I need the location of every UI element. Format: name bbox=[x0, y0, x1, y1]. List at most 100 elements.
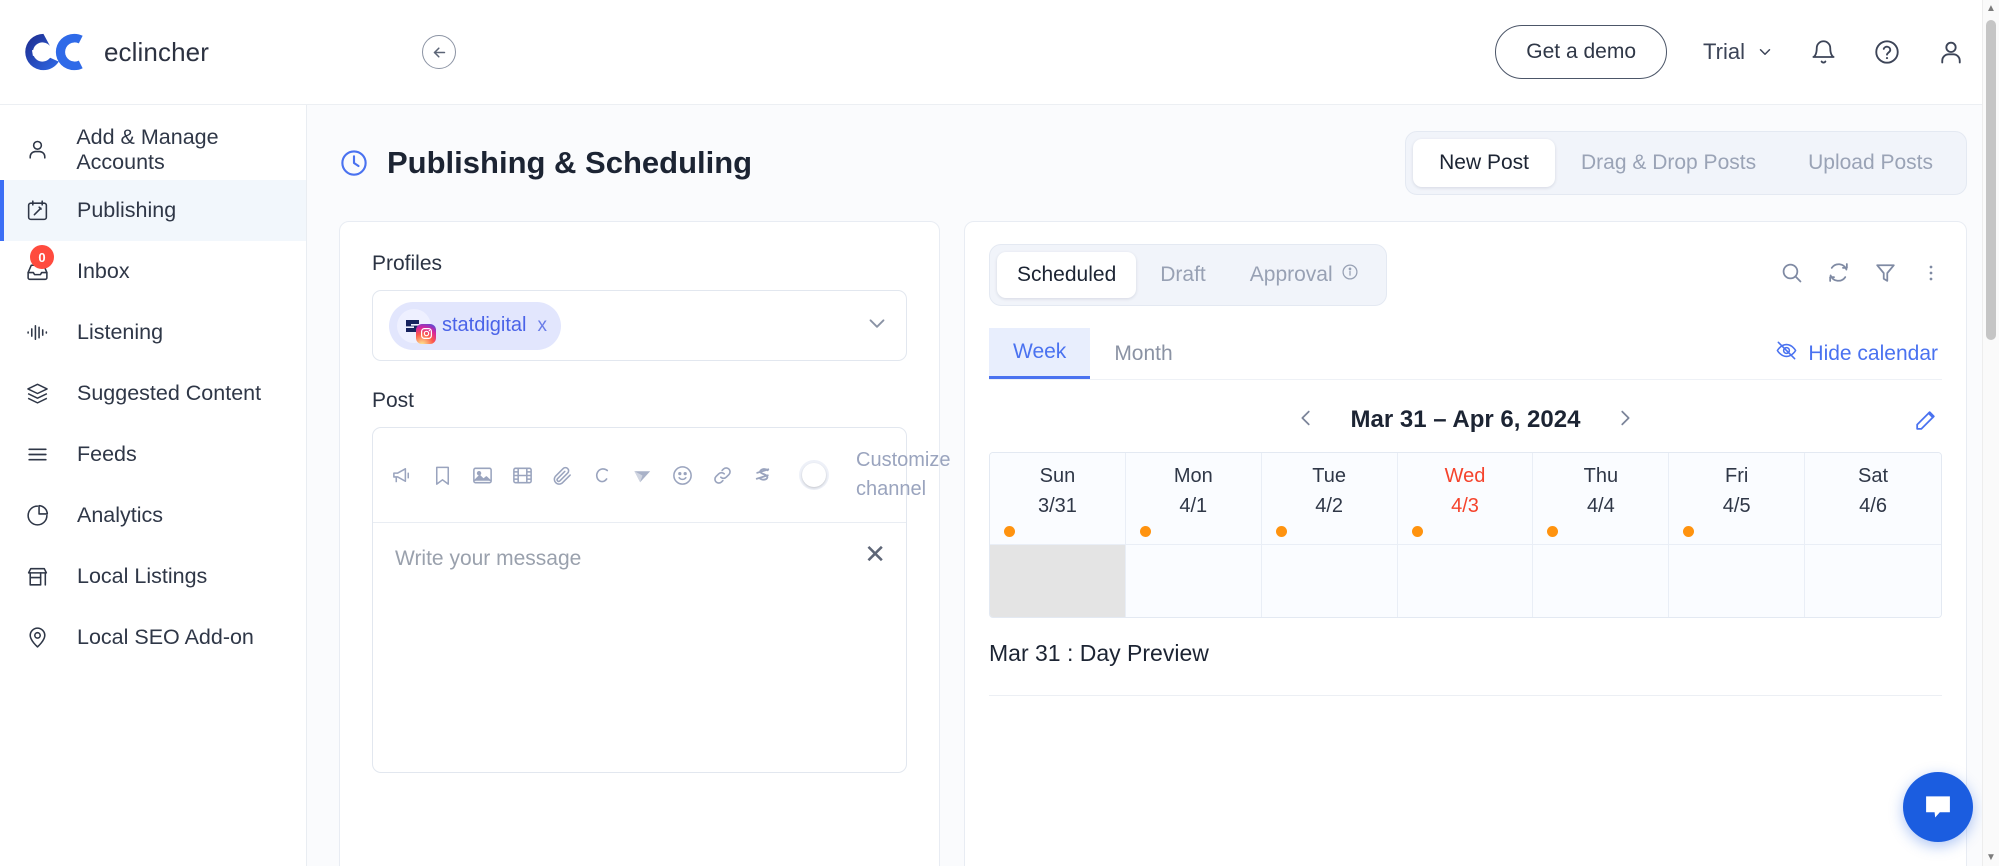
calendar-slot-mon[interactable] bbox=[1125, 545, 1262, 617]
profile-chip[interactable]: statdigital x bbox=[389, 301, 561, 350]
calendar-edit-icon bbox=[24, 198, 51, 223]
pencil-icon[interactable] bbox=[1913, 408, 1938, 433]
calendar-slot-row bbox=[990, 545, 1941, 617]
calendar-slot-fri[interactable] bbox=[1669, 545, 1806, 617]
calendar-day-sat[interactable]: Sat 4/6 bbox=[1805, 453, 1941, 545]
inbox-icon: 0 bbox=[24, 245, 54, 284]
calendar-day-tue[interactable]: Tue 4/2 bbox=[1261, 453, 1398, 545]
close-icon[interactable]: ✕ bbox=[864, 541, 886, 567]
day-preview-title: Mar 31 : Day Preview bbox=[989, 640, 1209, 666]
schedule-tabs-row: Scheduled Draft Approval bbox=[989, 244, 1942, 306]
canva-icon[interactable] bbox=[591, 464, 614, 487]
question-circle-icon[interactable] bbox=[1873, 38, 1901, 66]
waveform-icon bbox=[24, 320, 51, 345]
sidebar-item-local-seo-add-on[interactable]: Local SEO Add-on bbox=[0, 607, 306, 668]
profile-chip-remove[interactable]: x bbox=[538, 315, 548, 337]
sidebar-item-suggested-content[interactable]: Suggested Content bbox=[0, 363, 306, 424]
map-pin-icon bbox=[24, 625, 51, 650]
sidebar-item-analytics[interactable]: Analytics bbox=[0, 485, 306, 546]
send-icon[interactable] bbox=[631, 464, 654, 487]
refresh-icon[interactable] bbox=[1826, 260, 1851, 290]
sidebar-item-label: Listening bbox=[77, 320, 164, 344]
tab-new-post[interactable]: New Post bbox=[1413, 139, 1556, 187]
user-icon[interactable] bbox=[1937, 38, 1965, 66]
tab-drag-drop-posts[interactable]: Drag & Drop Posts bbox=[1555, 139, 1782, 187]
sidebar-item-add-manage-accounts[interactable]: Add & Manage Accounts bbox=[0, 119, 306, 180]
chevron-right-icon[interactable] bbox=[1614, 407, 1636, 433]
calendar-slot-sat[interactable] bbox=[1805, 545, 1941, 617]
layers-icon bbox=[24, 381, 51, 406]
chevron-down-icon[interactable] bbox=[864, 310, 890, 341]
scroll-down-arrow[interactable]: ▼ bbox=[1983, 849, 1999, 866]
bookmark-icon[interactable] bbox=[431, 464, 454, 487]
message-area[interactable]: Write your message ✕ bbox=[373, 522, 906, 772]
sidebar-item-label: Feeds bbox=[77, 442, 137, 466]
calendar-day-fri[interactable]: Fri 4/5 bbox=[1669, 453, 1806, 545]
topbar-actions: Get a demo Trial bbox=[1495, 25, 1965, 79]
link-icon[interactable] bbox=[711, 464, 734, 487]
calendar-day-sun[interactable]: Sun 3/31 bbox=[990, 453, 1126, 545]
calendar-day-row: Sun 3/31 Mon 4/1 Tue 4/2 Wed 4/3 Thu 4/4… bbox=[990, 453, 1941, 545]
tab-scheduled[interactable]: Scheduled bbox=[997, 252, 1137, 298]
paperclip-icon[interactable] bbox=[551, 464, 574, 487]
emoji-icon[interactable] bbox=[671, 464, 694, 487]
more-vertical-icon[interactable] bbox=[1920, 262, 1942, 289]
brand-name: eclincher bbox=[104, 36, 209, 67]
calendar-day-name: Thu bbox=[1583, 465, 1619, 487]
get-a-demo-button[interactable]: Get a demo bbox=[1495, 25, 1668, 79]
image-icon[interactable] bbox=[471, 464, 494, 487]
post-label: Post bbox=[372, 389, 415, 412]
has-posts-dot bbox=[1139, 525, 1151, 537]
brand[interactable]: eclincher bbox=[22, 30, 322, 74]
calendar-day-date: 4/3 bbox=[1451, 495, 1479, 517]
sidebar-item-inbox[interactable]: 0 Inbox bbox=[0, 241, 306, 302]
search-icon[interactable] bbox=[1779, 260, 1804, 290]
storefront-icon bbox=[24, 564, 51, 589]
page-scrollbar[interactable]: ▲ ▼ bbox=[1982, 0, 1999, 866]
film-icon[interactable] bbox=[511, 464, 534, 487]
signature-icon[interactable] bbox=[751, 464, 774, 487]
has-posts-dot bbox=[1547, 525, 1559, 537]
tab-month[interactable]: Month bbox=[1090, 330, 1196, 378]
calendar-day-name: Wed bbox=[1444, 465, 1486, 487]
back-arrow-icon[interactable] bbox=[422, 35, 456, 69]
bell-icon[interactable] bbox=[1810, 39, 1837, 66]
list-icon bbox=[24, 442, 51, 467]
sidebar-item-label: Suggested Content bbox=[77, 381, 262, 405]
scroll-up-arrow[interactable]: ▲ bbox=[1983, 0, 1999, 17]
filter-icon[interactable] bbox=[1873, 260, 1898, 290]
calendar-day-mon[interactable]: Mon 4/1 bbox=[1125, 453, 1262, 545]
tab-approval[interactable]: Approval bbox=[1230, 252, 1379, 298]
calendar-slot-thu[interactable] bbox=[1533, 545, 1670, 617]
sidebar-item-local-listings[interactable]: Local Listings bbox=[0, 546, 306, 607]
calendar-range-label: Mar 31 – Apr 6, 2024 bbox=[1350, 406, 1581, 433]
user-icon bbox=[24, 137, 50, 162]
tab-scheduled-label: Scheduled bbox=[1017, 263, 1117, 286]
calendar-day-date: 4/6 bbox=[1859, 495, 1887, 517]
hide-calendar-label: Hide calendar bbox=[1808, 341, 1938, 365]
calendar-slot-sun[interactable] bbox=[990, 545, 1126, 617]
profiles-select[interactable]: statdigital x bbox=[372, 290, 907, 361]
tab-draft[interactable]: Draft bbox=[1140, 252, 1226, 298]
trial-menu[interactable]: Trial bbox=[1703, 39, 1774, 65]
chat-bubble-icon[interactable] bbox=[1903, 772, 1973, 842]
chevron-left-icon[interactable] bbox=[1295, 407, 1317, 433]
tab-upload-posts[interactable]: Upload Posts bbox=[1782, 139, 1959, 187]
info-icon[interactable] bbox=[1341, 263, 1359, 287]
calendar-day-wed[interactable]: Wed 4/3 bbox=[1397, 453, 1534, 545]
page-header: Publishing & Scheduling New Post Drag & … bbox=[339, 131, 1967, 195]
calendar-day-thu[interactable]: Thu 4/4 bbox=[1533, 453, 1670, 545]
sidebar-item-listening[interactable]: Listening bbox=[0, 302, 306, 363]
calendar-slot-wed[interactable] bbox=[1397, 545, 1534, 617]
hide-calendar-button[interactable]: Hide calendar bbox=[1775, 339, 1942, 368]
sidebar-item-publishing[interactable]: Publishing bbox=[0, 180, 306, 241]
customize-channel-toggle[interactable] bbox=[799, 460, 829, 490]
status-tabs: Scheduled Draft Approval bbox=[989, 244, 1387, 306]
calendar-slot-tue[interactable] bbox=[1261, 545, 1398, 617]
composer-card: Profiles statdigital x Post Customize ch… bbox=[339, 221, 950, 866]
scrollbar-thumb[interactable] bbox=[1986, 20, 1996, 340]
post-editor: Customize channel Write your message ✕ bbox=[372, 427, 950, 773]
tab-week[interactable]: Week bbox=[989, 328, 1091, 379]
sidebar-item-feeds[interactable]: Feeds bbox=[0, 424, 306, 485]
megaphone-icon[interactable] bbox=[391, 464, 414, 487]
